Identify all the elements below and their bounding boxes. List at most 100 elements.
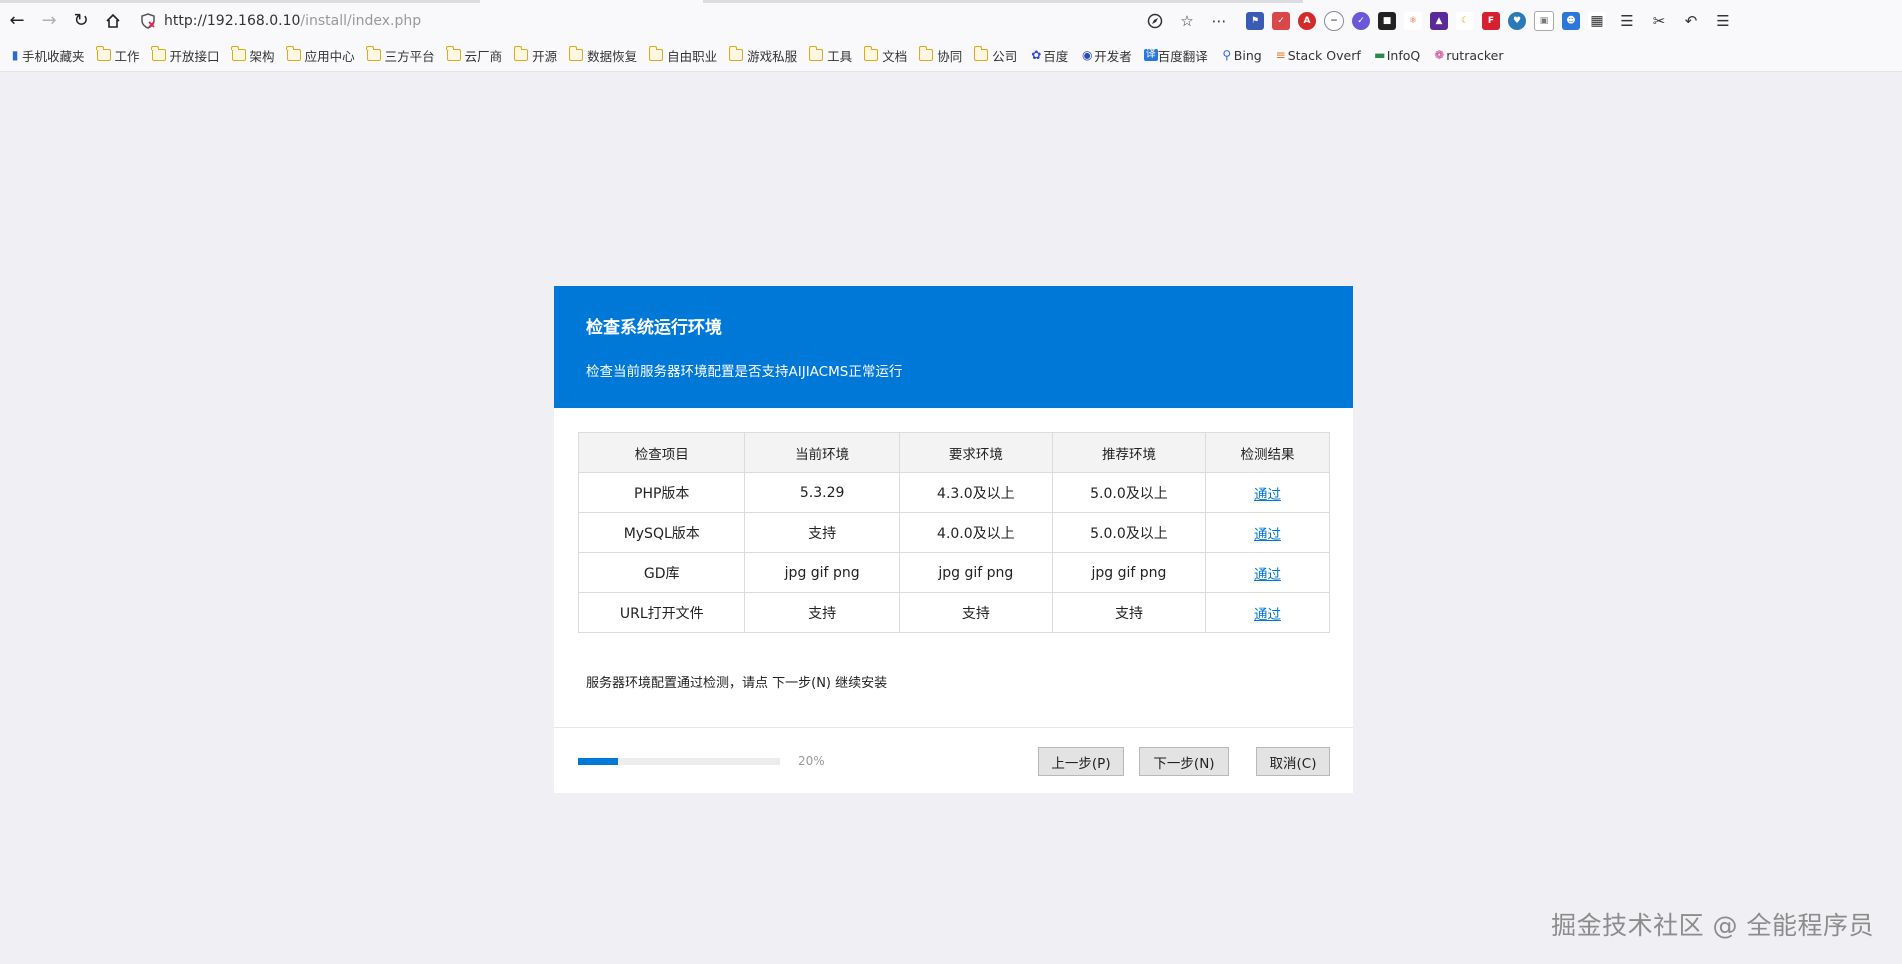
forward-icon[interactable]: →: [34, 6, 64, 36]
hat-extension-icon[interactable]: ▲: [1430, 12, 1448, 30]
url-bar[interactable]: http://192.168.0.10/install/index.php ☆ …: [138, 7, 1238, 35]
column-header: 检查项目: [577, 432, 746, 473]
check-result-link[interactable]: 通过: [1205, 472, 1330, 513]
bookmark-label: 公司: [992, 48, 1018, 64]
check-item: MySQL版本: [577, 512, 746, 553]
bookmark-folder[interactable]: 自由职业: [648, 46, 718, 65]
check-result-link[interactable]: 通过: [1205, 552, 1330, 593]
reload-icon[interactable]: ↻: [66, 6, 96, 36]
table-row: PHP版本 5.3.29 4.3.0及以上 5.0.0及以上 通过: [577, 472, 1330, 513]
table-row: MySQL版本 支持 4.0.0及以上 5.0.0及以上 通过: [577, 512, 1330, 553]
environment-check-table: 检查项目 当前环境 要求环境 推荐环境 检测结果 PHP版本 5.3.29 4.…: [577, 432, 1330, 633]
flag-extension-icon[interactable]: ⚑: [1246, 12, 1264, 30]
cut-icon[interactable]: ✂: [1648, 10, 1670, 32]
extensions-bar: ⚑ ✓ A − ✓ ■ ⚛ ▲ ☾ F ♥ ▣ ☻ ▦: [1246, 11, 1606, 31]
moon-extension-icon[interactable]: ☾: [1456, 12, 1474, 30]
bookmark-folder[interactable]: 开源: [513, 46, 557, 65]
bookmark-item[interactable]: ◉ 开发者: [1080, 46, 1132, 65]
rutracker-icon: ❁: [1434, 48, 1445, 62]
bookmark-folder[interactable]: 架构: [231, 46, 275, 65]
watermark: 掘金技术社区 @ 全能程序员: [1551, 911, 1874, 940]
column-header: 推荐环境: [1051, 432, 1207, 473]
stackoverflow-icon: ≡: [1275, 48, 1286, 62]
bookmark-item[interactable]: ▬ InfoQ: [1373, 47, 1421, 63]
translate-icon: 译: [1143, 49, 1158, 61]
reader-compass-icon[interactable]: [1142, 8, 1168, 34]
progress-label: 20%: [798, 754, 825, 768]
bookmark-item[interactable]: ⚲ Bing: [1220, 48, 1261, 63]
mask-extension-icon[interactable]: ■: [1378, 12, 1396, 30]
current-env: 支持: [744, 512, 900, 553]
folder-icon: [648, 46, 664, 61]
home-icon[interactable]: [98, 6, 128, 36]
check-extension-icon[interactable]: ✓: [1352, 12, 1370, 30]
folder-icon: [863, 46, 879, 61]
bookmark-item[interactable]: ≡ Stack Overf: [1274, 48, 1361, 63]
bookmark-folder[interactable]: 公司: [973, 46, 1018, 65]
bookmark-folder[interactable]: 游戏私服: [728, 46, 798, 65]
url-text[interactable]: http://192.168.0.10/install/index.php: [164, 13, 421, 29]
undo-icon[interactable]: ↶: [1680, 10, 1702, 32]
folder-icon: [728, 46, 744, 61]
back-icon[interactable]: ←: [2, 6, 32, 36]
bookmark-label: Stack Overf: [1287, 47, 1361, 63]
bookmark-folder[interactable]: 应用中心: [286, 46, 355, 65]
next-step-button[interactable]: 下一步(N): [1139, 747, 1229, 776]
bookmark-star-icon[interactable]: ☆: [1174, 8, 1200, 34]
bookmark-folder[interactable]: 工作: [96, 46, 140, 65]
browser-toolbar: ← → ↻ http://192.168.0.10/install/index.…: [0, 3, 1902, 39]
recommended-env: 5.0.0及以上: [1051, 472, 1207, 513]
bookmark-label: 数据恢复: [587, 48, 638, 64]
current-env: 5.3.29: [744, 472, 900, 513]
column-header: 要求环境: [898, 432, 1053, 473]
bookmark-label: rutracker: [1446, 47, 1504, 63]
required-env: 4.3.0及以上: [898, 472, 1053, 513]
todo-extension-icon[interactable]: ✓: [1272, 12, 1290, 30]
table-row: GD库 jpg gif png jpg gif png jpg gif png …: [577, 552, 1330, 593]
required-env: 支持: [898, 592, 1053, 633]
bookmark-label: InfoQ: [1386, 47, 1421, 63]
page-actions-icon[interactable]: ⋯: [1206, 8, 1232, 34]
bookmark-folder[interactable]: 云厂商: [446, 46, 502, 65]
bookmark-label: 协同: [937, 48, 963, 64]
bookmark-item[interactable]: ✿ 百度: [1029, 46, 1068, 65]
person-extension-icon[interactable]: ⚛: [1404, 12, 1422, 30]
cancel-button[interactable]: 取消(C): [1256, 747, 1330, 776]
bookmark-folder[interactable]: 协同: [918, 46, 963, 65]
pdf-extension-icon[interactable]: F: [1482, 12, 1500, 30]
adblock-extension-icon[interactable]: A: [1298, 12, 1316, 30]
prev-step-button[interactable]: 上一步(P): [1038, 747, 1124, 776]
bookmark-item[interactable]: 译百度翻译: [1143, 46, 1208, 65]
mobile-icon: ▮: [11, 48, 19, 62]
shield-extension-icon[interactable]: ♥: [1508, 12, 1526, 30]
status-message: 服务器环境配置通过检测，请点 下一步(N) 继续安装: [586, 676, 888, 691]
bookmark-folder[interactable]: 数据恢复: [568, 46, 638, 65]
bookmark-label: 工作: [114, 48, 140, 64]
folder-icon: [366, 46, 381, 61]
bookmark-label: 游戏私服: [747, 48, 798, 64]
bookmark-label: 开发者: [1094, 48, 1132, 64]
bookmark-folder[interactable]: 文档: [863, 46, 907, 65]
screenshot-extension-icon[interactable]: ▣: [1534, 11, 1554, 31]
reading-list-icon[interactable]: ☰: [1616, 10, 1638, 32]
bookmark-label: 自由职业: [667, 48, 718, 64]
progress-fill: [578, 758, 619, 765]
bookmark-folder[interactable]: 工具: [808, 46, 852, 65]
insecure-shield-icon[interactable]: [138, 11, 158, 31]
bookmark-item[interactable]: ▮ 手机收藏夹: [8, 46, 85, 65]
bookmark-label: 开放接口: [169, 48, 220, 64]
baidu-icon: ✿: [1031, 48, 1042, 62]
check-item: PHP版本: [577, 472, 746, 513]
grid-extension-icon[interactable]: ▦: [1588, 12, 1606, 30]
check-result-link[interactable]: 通过: [1205, 592, 1330, 633]
minus-extension-icon[interactable]: −: [1324, 11, 1344, 31]
user-extension-icon[interactable]: ☻: [1562, 12, 1580, 30]
bookmark-folder[interactable]: 开放接口: [151, 46, 220, 65]
column-header: 当前环境: [744, 432, 900, 473]
bookmark-item[interactable]: ❁ rutracker: [1432, 48, 1503, 63]
folder-icon: [918, 46, 934, 61]
check-result-link[interactable]: 通过: [1205, 512, 1330, 553]
url-path: /install/index.php: [300, 13, 422, 29]
bookmark-folder[interactable]: 三方平台: [366, 46, 435, 65]
menu-icon[interactable]: ☰: [1712, 10, 1734, 32]
